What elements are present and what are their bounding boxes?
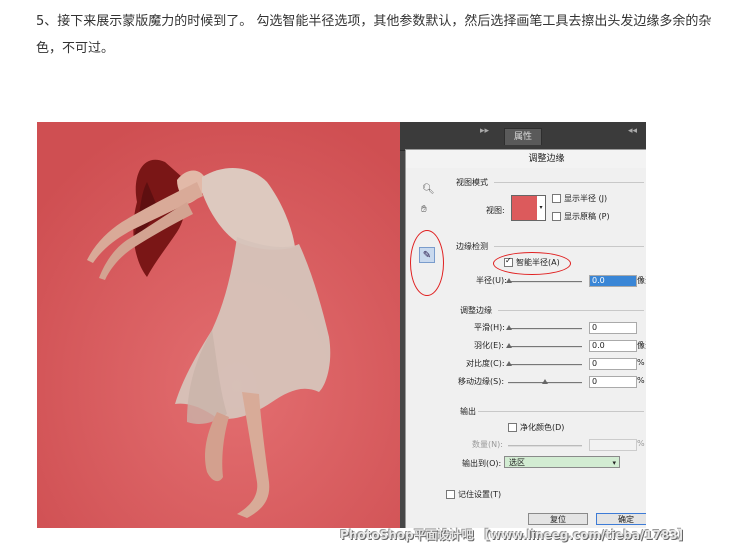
view-dropdown-arrow-icon[interactable]: ▾ xyxy=(537,195,546,221)
contrast-slider[interactable] xyxy=(508,364,582,366)
contrast-input[interactable]: 0 xyxy=(589,358,637,370)
remember-settings-checkbox[interactable] xyxy=(446,490,455,499)
contrast-slider-thumb[interactable] xyxy=(506,361,512,366)
panel-header: ▸▸ 属性 ◂◂ xyxy=(400,122,646,151)
smooth-slider-thumb[interactable] xyxy=(506,325,512,330)
photoshop-screenshot: ▸▸ 属性 ◂◂ 调整边缘 🔍︎ ✋︎ ✎ 视图模式 视图: ▾ 显示半径 (J… xyxy=(37,122,646,528)
edge-detection-heading: 边缘检测 xyxy=(456,242,488,251)
amount-input[interactable] xyxy=(589,439,637,451)
zoom-tool-icon[interactable]: 🔍︎ xyxy=(422,184,435,195)
tab-properties[interactable]: 属性 xyxy=(504,128,542,145)
radius-slider-thumb[interactable] xyxy=(506,278,512,283)
shift-edge-label: 移动边缘(S): xyxy=(458,377,505,386)
remember-settings-label: 记住设置(T) xyxy=(458,490,502,499)
output-to-select[interactable]: 选区 ▾ xyxy=(504,456,620,468)
dancer-photo xyxy=(37,122,400,528)
view-mode-heading: 视图模式 xyxy=(456,178,488,187)
dialog-title: 调整边缘 xyxy=(406,150,646,168)
article-paragraph: 5、接下来展示蒙版魔力的时候到了。 勾选智能半径选项，其他参数默认，然后选择画笔… xyxy=(36,14,712,56)
show-radius-checkbox[interactable] xyxy=(552,194,561,203)
radius-input[interactable]: 0.0 xyxy=(589,275,637,287)
smart-radius-checkbox[interactable] xyxy=(504,256,513,267)
expand-arrows-icon[interactable]: ◂◂ xyxy=(628,126,637,136)
smart-radius-label: 智能半径(A) xyxy=(516,258,560,267)
smooth-label: 平滑(H): xyxy=(474,323,505,332)
smooth-slider[interactable] xyxy=(508,328,582,330)
view-label: 视图: xyxy=(486,206,505,215)
chevron-down-icon: ▾ xyxy=(612,459,616,467)
contrast-label: 对比度(C): xyxy=(466,359,505,368)
feather-input[interactable]: 0.0 xyxy=(589,340,637,352)
output-to-value: 选区 xyxy=(509,458,525,467)
feather-slider-thumb[interactable] xyxy=(506,343,512,348)
shift-edge-unit: % xyxy=(637,376,645,385)
output-heading: 输出 xyxy=(460,407,476,416)
divider xyxy=(478,411,644,412)
divider xyxy=(498,310,644,311)
divider xyxy=(494,246,644,247)
feather-unit: 像素 xyxy=(637,341,646,350)
view-preview-thumbnail[interactable] xyxy=(511,195,539,221)
show-radius-label: 显示半径 (J) xyxy=(564,194,608,203)
dancer-illustration xyxy=(37,122,400,528)
decontaminate-colors-checkbox[interactable] xyxy=(508,423,517,432)
radius-unit: 像素 xyxy=(637,276,646,285)
ok-button[interactable]: 确定 xyxy=(596,513,646,525)
shift-edge-input[interactable]: 0 xyxy=(589,376,637,388)
show-original-label: 显示原稿 (P) xyxy=(564,212,610,221)
hand-tool-icon[interactable]: ✋︎ xyxy=(421,204,427,215)
amount-unit: % xyxy=(637,439,645,448)
smooth-input[interactable]: 0 xyxy=(589,322,637,334)
adjust-edge-heading: 调整边缘 xyxy=(460,306,492,315)
contrast-unit: % xyxy=(637,358,645,367)
highlight-circle-tool xyxy=(410,230,444,296)
divider xyxy=(494,182,644,183)
feather-slider[interactable] xyxy=(508,346,582,348)
watermark-text: PhotoShop平面设计吧 【www.lineeg.com/tieba/178… xyxy=(340,528,690,542)
reset-button[interactable]: 复位 xyxy=(528,513,588,525)
output-to-label: 输出到(O): xyxy=(462,459,502,468)
shift-edge-slider-thumb[interactable] xyxy=(542,379,548,384)
radius-slider[interactable] xyxy=(508,281,582,283)
amount-label: 数量(N): xyxy=(472,440,503,449)
show-original-checkbox[interactable] xyxy=(552,212,561,221)
collapse-arrows-icon[interactable]: ▸▸ xyxy=(480,126,489,136)
feather-label: 羽化(E): xyxy=(474,341,504,350)
radius-label: 半径(U): xyxy=(476,276,507,285)
amount-slider[interactable] xyxy=(508,445,582,447)
decontaminate-colors-label: 净化颜色(D) xyxy=(520,423,565,432)
refine-edge-dialog: 调整边缘 🔍︎ ✋︎ ✎ 视图模式 视图: ▾ 显示半径 (J) 显示原稿 (P… xyxy=(405,149,646,528)
